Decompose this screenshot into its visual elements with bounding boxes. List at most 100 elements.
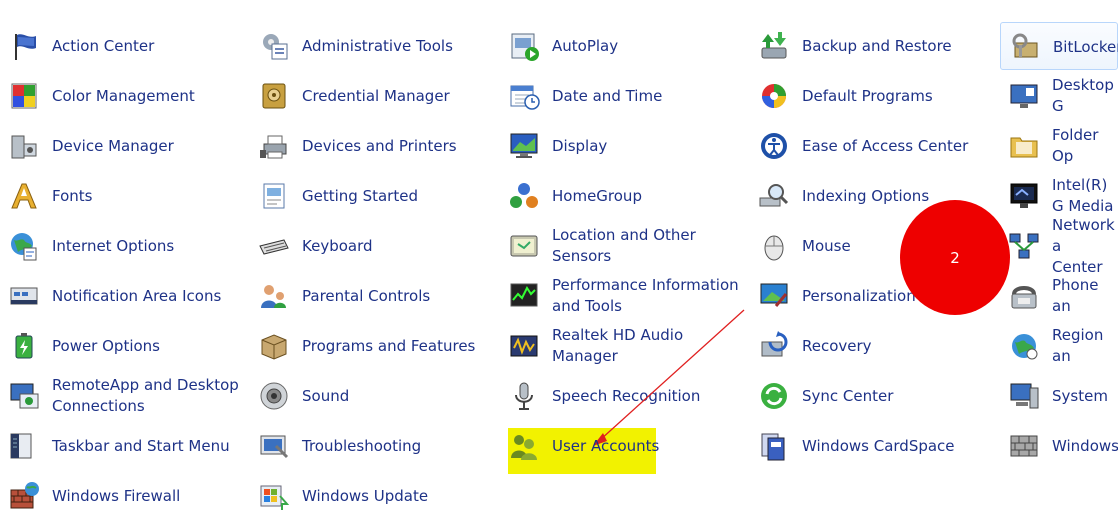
- cp-item-windows-firewall[interactable]: Windows Firewall: [0, 472, 245, 520]
- recovery-icon: [758, 330, 790, 362]
- parental-controls-icon: [258, 280, 290, 312]
- cp-item-label: RemoteApp and Desktop Connections: [52, 376, 239, 415]
- mouse-icon: [758, 230, 790, 262]
- cp-item-fonts[interactable]: Fonts: [0, 172, 245, 220]
- cp-item-power-options[interactable]: Power Options: [0, 322, 245, 370]
- device-manager-icon: [8, 130, 40, 162]
- indexing-magnifier-icon: [758, 180, 790, 212]
- cp-item-label: Location and Other Sensors: [552, 226, 696, 265]
- cp-item-keyboard[interactable]: Keyboard: [250, 222, 495, 270]
- cp-item-label: Region an: [1052, 326, 1104, 365]
- cp-item-label: Realtek HD Audio Manager: [552, 326, 684, 365]
- cp-item-troubleshooting[interactable]: Troubleshooting: [250, 422, 495, 470]
- cp-item-credential-manager[interactable]: Credential Manager: [250, 72, 495, 120]
- cp-item-performance-information[interactable]: Performance Information and Tools: [500, 272, 745, 320]
- cp-item-label: User Accounts: [552, 436, 660, 455]
- cp-item-administrative-tools[interactable]: Administrative Tools: [250, 22, 495, 70]
- cp-item-phone-and-modem[interactable]: Phone an: [1000, 272, 1118, 320]
- user-accounts-icon: [508, 430, 540, 462]
- audio-manager-icon: [508, 330, 540, 362]
- cp-item-system[interactable]: System: [1000, 372, 1118, 420]
- cp-item-display[interactable]: Display: [500, 122, 745, 170]
- cp-item-sync-center[interactable]: Sync Center: [750, 372, 995, 420]
- cp-item-autoplay[interactable]: AutoPlay: [500, 22, 745, 70]
- cp-item-label: AutoPlay: [552, 36, 619, 55]
- cp-item-user-accounts[interactable]: User Accounts: [500, 422, 745, 470]
- cp-item-action-center[interactable]: Action Center: [0, 22, 245, 70]
- sync-arrows-icon: [758, 380, 790, 412]
- fonts-icon: [8, 180, 40, 212]
- cp-item-backup-and-restore[interactable]: Backup and Restore: [750, 22, 995, 70]
- cp-item-label: Sound: [302, 386, 350, 405]
- taskbar-icon: [8, 430, 40, 462]
- cp-item-label: Credential Manager: [302, 86, 450, 105]
- cp-item-label: System: [1052, 386, 1108, 405]
- cp-item-device-manager[interactable]: Device Manager: [0, 122, 245, 170]
- admin-tools-icon: [258, 30, 290, 62]
- cp-item-intel-graphics[interactable]: Intel(R) G Media: [1000, 172, 1118, 220]
- cp-item-label: Windows Update: [302, 486, 429, 505]
- cp-item-internet-options[interactable]: Internet Options: [0, 222, 245, 270]
- cp-item-devices-and-printers[interactable]: Devices and Printers: [250, 122, 495, 170]
- cp-item-label: Network a Center: [1052, 215, 1115, 276]
- cp-item-label: Fonts: [52, 186, 93, 205]
- cp-item-date-and-time[interactable]: Date and Time: [500, 72, 745, 120]
- cp-item-windows-firewall-partial[interactable]: Windows: [1000, 422, 1118, 470]
- cp-item-label: Device Manager: [52, 136, 174, 155]
- internet-globe-icon: [8, 230, 40, 262]
- cp-item-label: Keyboard: [302, 236, 373, 255]
- cp-item-realtek-hd-audio-manager[interactable]: Realtek HD Audio Manager: [500, 322, 745, 370]
- cp-item-getting-started[interactable]: Getting Started: [250, 172, 495, 220]
- cp-item-label: Recovery: [802, 336, 872, 355]
- bitlocker-icon: [1009, 31, 1041, 63]
- cp-item-windows-cardspace[interactable]: Windows CardSpace: [750, 422, 995, 470]
- firewall-wall-icon: [1008, 430, 1040, 462]
- default-programs-icon: [758, 80, 790, 112]
- cp-item-label: Parental Controls: [302, 286, 431, 305]
- cp-item-bitlocker[interactable]: BitLocker: [1000, 22, 1118, 70]
- cp-item-speech-recognition[interactable]: Speech Recognition: [500, 372, 745, 420]
- cp-item-homegroup[interactable]: HomeGroup: [500, 172, 745, 220]
- cp-item-region[interactable]: Region an: [1000, 322, 1118, 370]
- cp-item-sound[interactable]: Sound: [250, 372, 495, 420]
- cp-item-notification-area-icons[interactable]: Notification Area Icons: [0, 272, 245, 320]
- cp-item-desktop-gadgets[interactable]: Desktop G: [1000, 72, 1118, 120]
- cp-item-taskbar-and-start-menu[interactable]: Taskbar and Start Menu: [0, 422, 245, 470]
- intel-graphics-monitor-icon: [1008, 180, 1040, 212]
- cp-item-label: Default Programs: [802, 86, 933, 105]
- cp-item-label: Notification Area Icons: [52, 286, 222, 305]
- cp-item-network-center[interactable]: Network a Center: [1000, 215, 1118, 276]
- location-sensors-icon: [508, 230, 540, 262]
- cp-item-parental-controls[interactable]: Parental Controls: [250, 272, 495, 320]
- cp-item-label: Power Options: [52, 336, 160, 355]
- cp-item-label: Phone an: [1052, 276, 1099, 315]
- phone-modem-icon: [1008, 280, 1040, 312]
- speaker-icon: [258, 380, 290, 412]
- cp-item-default-programs[interactable]: Default Programs: [750, 72, 995, 120]
- cp-item-folder-options[interactable]: Folder Op: [1000, 122, 1118, 170]
- cp-item-location-and-other-sensors[interactable]: Location and Other Sensors: [500, 222, 745, 270]
- system-computer-icon: [1008, 380, 1040, 412]
- display-monitor-icon: [508, 130, 540, 162]
- cp-item-color-management[interactable]: Color Management: [0, 72, 245, 120]
- cp-item-recovery[interactable]: Recovery: [750, 322, 995, 370]
- cp-item-windows-update[interactable]: Windows Update: [250, 472, 495, 520]
- cp-item-label: Desktop G: [1052, 76, 1114, 115]
- credential-vault-icon: [258, 80, 290, 112]
- flag-icon: [8, 30, 40, 62]
- cp-item-label: Windows: [1052, 436, 1118, 455]
- programs-box-icon: [258, 330, 290, 362]
- cp-item-remoteapp[interactable]: RemoteApp and Desktop Connections: [0, 372, 245, 420]
- desktop-gadgets-icon: [1008, 80, 1040, 112]
- cp-item-ease-of-access-center[interactable]: Ease of Access Center: [750, 122, 995, 170]
- cp-item-label: HomeGroup: [552, 186, 642, 205]
- cp-item-programs-and-features[interactable]: Programs and Features: [250, 322, 495, 370]
- ease-of-access-icon: [758, 130, 790, 162]
- performance-chart-icon: [508, 280, 540, 312]
- color-management-icon: [8, 80, 40, 112]
- cp-item-label: Administrative Tools: [302, 36, 453, 55]
- cp-item-label: Devices and Printers: [302, 136, 457, 155]
- cp-item-label: Programs and Features: [302, 336, 476, 355]
- cp-item-label: Sync Center: [802, 386, 894, 405]
- troubleshooting-icon: [258, 430, 290, 462]
